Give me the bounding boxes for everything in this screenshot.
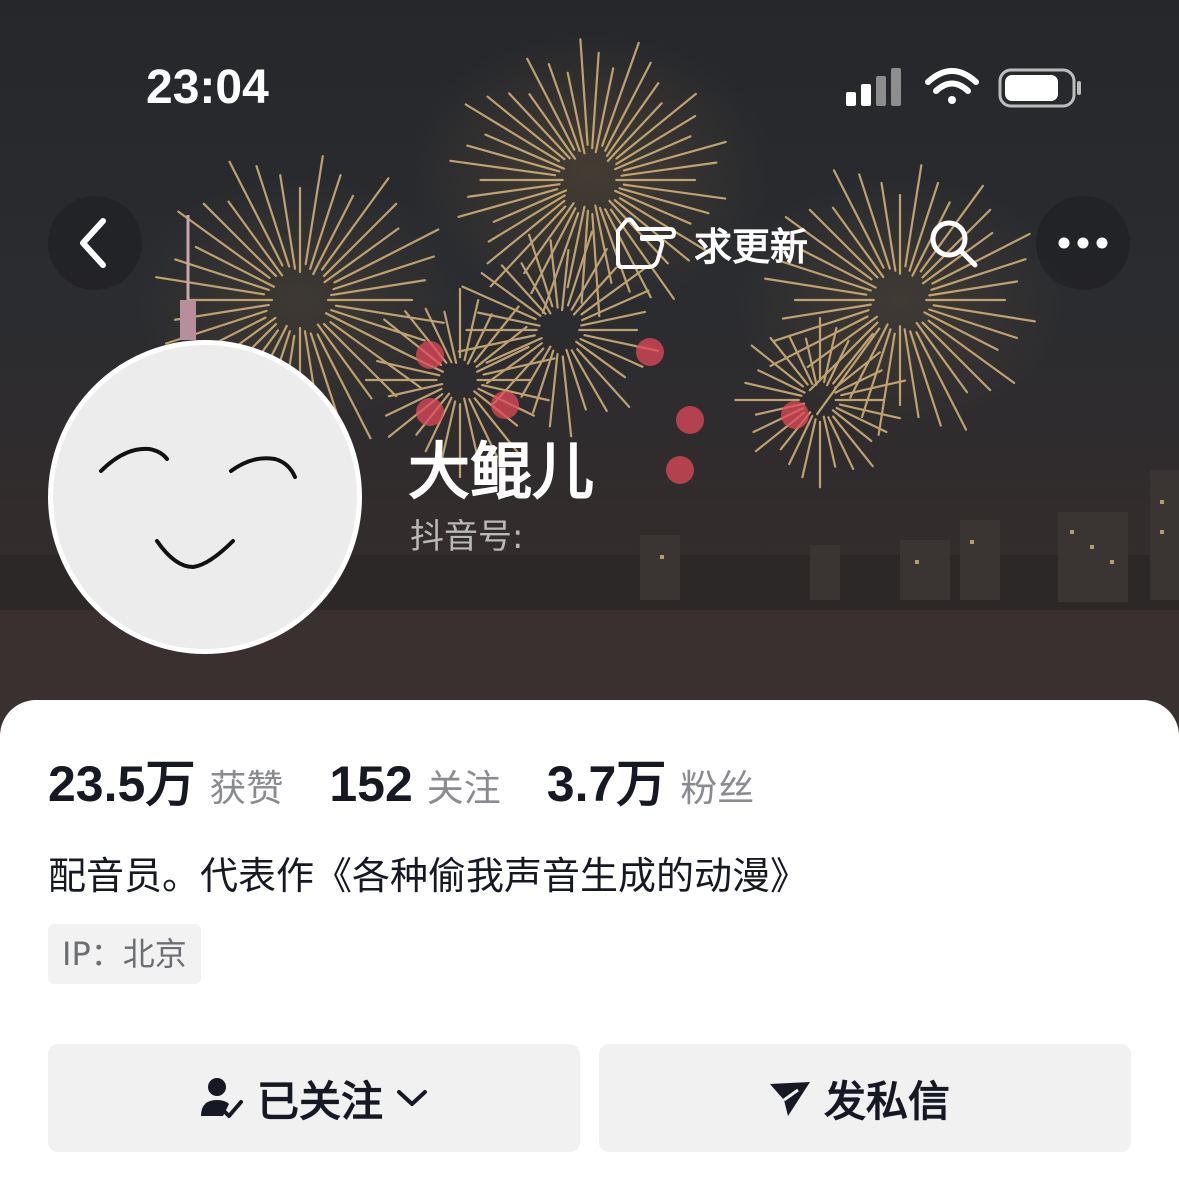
firework-streak xyxy=(822,415,837,468)
status-time: 23:04 xyxy=(146,61,269,114)
firework-red-burst xyxy=(636,338,664,366)
firework-red-burst xyxy=(666,456,694,484)
firework-streak xyxy=(387,382,444,398)
firework-streak xyxy=(548,352,559,428)
firework-streak xyxy=(579,38,589,146)
firework-streak xyxy=(580,310,647,327)
stat-followers[interactable]: 3.7万 粉丝 xyxy=(547,744,755,816)
search-button[interactable] xyxy=(912,202,994,284)
firework-streak xyxy=(449,159,557,177)
hand-pointer-icon xyxy=(616,217,676,269)
profile-stats: 23.5万 获赞 152 关注 3.7万 粉丝 xyxy=(48,744,800,812)
firework-streak xyxy=(443,310,458,365)
stat-followers-label: 粉丝 xyxy=(680,767,755,810)
search-icon xyxy=(930,220,978,268)
firework-streak xyxy=(801,418,817,479)
firework-streak xyxy=(457,188,559,218)
firework-streak xyxy=(322,202,398,278)
stat-following-value: 152 xyxy=(329,756,413,812)
firework-streak xyxy=(177,210,271,279)
firework-streak xyxy=(330,279,426,297)
status-icons xyxy=(846,68,1081,108)
firework-streak xyxy=(202,202,278,278)
request-update-button[interactable]: 求更新 xyxy=(612,196,850,290)
firework-streak xyxy=(622,140,727,172)
request-update-label: 求更新 xyxy=(694,224,809,269)
firework-streak xyxy=(880,181,897,272)
back-button[interactable] xyxy=(48,196,142,290)
stat-following[interactable]: 152 关注 xyxy=(329,755,500,813)
user-check-icon xyxy=(200,1078,243,1118)
more-button[interactable] xyxy=(1036,196,1130,290)
firework-streak xyxy=(255,164,291,268)
firework-red-burst xyxy=(676,406,704,434)
firework-red-burst xyxy=(491,391,519,419)
more-icon xyxy=(1058,237,1108,249)
send-message-button[interactable]: 发私信 xyxy=(599,1044,1131,1152)
firework-streak xyxy=(279,174,297,270)
firework-streak xyxy=(620,161,718,177)
profile-name: 大鲲儿 xyxy=(408,435,595,508)
firework-streak xyxy=(321,177,390,271)
stat-likes-value: 23.5万 xyxy=(48,756,196,812)
smiley-face-drawing xyxy=(99,446,297,570)
firework-streak xyxy=(921,321,992,392)
firework-streak xyxy=(561,355,573,438)
firework-streak xyxy=(909,330,942,427)
profile-bio: 配音员。代表作《各种偷我声音生成的动漫》 xyxy=(48,854,809,898)
firework-streak xyxy=(781,303,872,320)
send-message-label: 发私信 xyxy=(823,1076,950,1126)
stat-likes-label: 获赞 xyxy=(209,767,284,810)
firework-streak xyxy=(304,155,324,266)
wifi-icon xyxy=(925,68,979,104)
firework-streak xyxy=(332,255,436,291)
firework-streak xyxy=(591,51,600,150)
followed-label: 已关注 xyxy=(256,1076,383,1126)
firework-streak xyxy=(466,144,561,173)
firework-streak xyxy=(467,183,561,198)
douyin-id-label[interactable]: 抖音号: xyxy=(410,512,523,562)
battery-icon xyxy=(998,68,1081,108)
followed-button[interactable]: 已关注 xyxy=(48,1044,580,1152)
firework-streak xyxy=(838,403,901,420)
firework-streak xyxy=(858,173,891,270)
signal-icon xyxy=(846,68,901,106)
stat-following-label: 关注 xyxy=(426,767,501,810)
firework-streak xyxy=(155,276,266,296)
firework-streak xyxy=(903,328,920,419)
stat-likes[interactable]: 23.5万 获赞 xyxy=(48,744,283,816)
firework-red-burst xyxy=(781,401,809,429)
firework-red-burst xyxy=(416,341,444,369)
avatar[interactable] xyxy=(48,340,362,654)
firework-streak xyxy=(928,308,1019,340)
ip-location-tag: IP：北京 xyxy=(48,924,201,984)
firework-streak xyxy=(932,304,1036,323)
firework-red-burst xyxy=(416,398,444,426)
firework-streak xyxy=(309,174,342,270)
firework-streak xyxy=(330,309,426,342)
send-icon xyxy=(769,1082,810,1116)
firework-streak xyxy=(927,319,1016,384)
back-icon xyxy=(80,218,106,268)
chevron-down-icon xyxy=(397,1090,427,1106)
firework-streak xyxy=(744,381,803,397)
stat-followers-value: 3.7万 xyxy=(546,756,667,812)
